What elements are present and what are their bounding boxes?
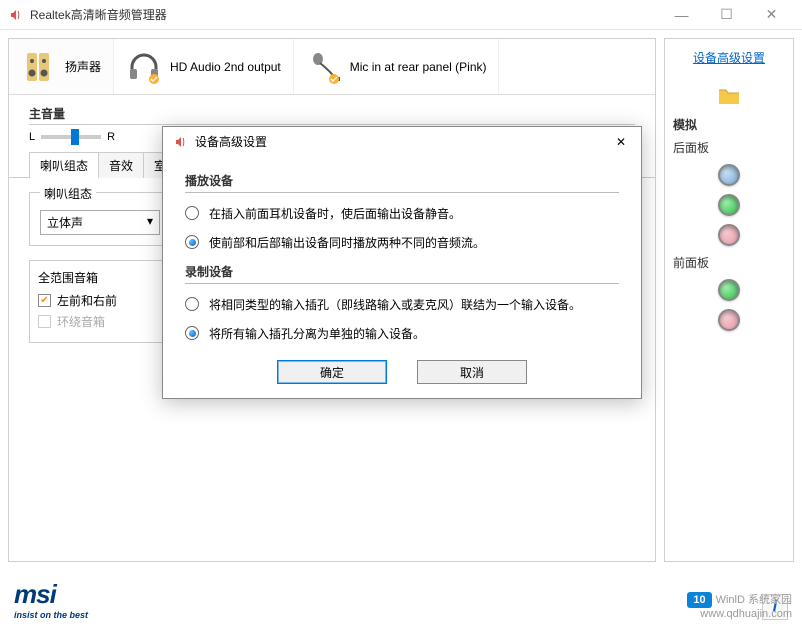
subtab-effect[interactable]: 音效 — [98, 152, 144, 178]
jack-rear-green[interactable] — [718, 194, 740, 216]
tab-micin-label: Mic in at rear panel (Pink) — [350, 60, 487, 74]
minimize-button[interactable]: — — [659, 0, 704, 30]
maximize-button[interactable]: ☐ — [704, 0, 749, 30]
front-panel-label: 前面板 — [673, 254, 785, 271]
checkbox-surround — [38, 315, 51, 328]
advanced-settings-link[interactable]: 设备高级设置 — [673, 49, 785, 66]
speaker-icon — [21, 49, 57, 85]
msi-tagline: insist on the best — [14, 610, 88, 620]
vol-r-label: R — [107, 131, 115, 143]
watermark-text2: www.qdhuajin.com — [687, 608, 792, 620]
speaker-config-title: 喇叭组态 — [40, 185, 96, 202]
record-section-title: 录制设备 — [185, 263, 619, 284]
checkbox-front-lr[interactable]: ✔ — [38, 294, 51, 307]
checkbox-surround-label: 环绕音箱 — [57, 313, 105, 330]
balance-slider[interactable] — [41, 135, 101, 139]
radio-play-mute-rear-label: 在插入前面耳机设备时，使后面输出设备静音。 — [209, 205, 461, 222]
rear-panel-label: 后面板 — [673, 139, 785, 156]
speaker-config-value: 立体声 — [47, 214, 83, 231]
watermark: 10 WinlD 系统家园 www.qdhuajin.com — [687, 591, 792, 620]
radio-rec-separate-label: 将所有输入插孔分离为单独的输入设备。 — [209, 325, 425, 342]
radio-play-dual-stream[interactable] — [185, 235, 199, 249]
vol-l-label: L — [29, 131, 35, 143]
watermark-text1: WinlD 系统家园 — [716, 594, 792, 606]
mic-icon — [306, 49, 342, 85]
msi-logo: msi — [14, 579, 88, 610]
app-icon — [8, 7, 24, 23]
checkbox-front-lr-label: 左前和右前 — [57, 292, 117, 309]
window-titlebar: Realtek高清晰音频管理器 — ☐ ✕ — [0, 0, 802, 30]
jack-rear-blue[interactable] — [718, 164, 740, 186]
full-range-group: 全范围音箱 ✔ 左前和右前 环绕音箱 — [29, 260, 179, 343]
radio-rec-combine-label: 将相同类型的输入插孔（即线路输入或麦克风）联结为一个输入设备。 — [209, 296, 581, 313]
dialog-icon — [173, 134, 189, 150]
brand-area: msi insist on the best — [14, 579, 88, 620]
radio-play-dual-stream-label: 使前部和后部输出设备同时播放两种不同的音频流。 — [209, 234, 485, 251]
close-button[interactable]: ✕ — [749, 0, 794, 30]
dialog-close-button[interactable]: ✕ — [611, 135, 631, 149]
tab-micin[interactable]: Mic in at rear panel (Pink) — [294, 39, 500, 94]
device-tabs: 扬声器 HD Audio 2nd output Mic in at rear p… — [9, 39, 655, 95]
chevron-down-icon: ▾ — [147, 214, 153, 231]
speaker-config-select[interactable]: 立体声 ▾ — [40, 210, 160, 235]
tab-speaker-label: 扬声器 — [65, 58, 101, 75]
tab-speaker[interactable]: 扬声器 — [9, 39, 114, 94]
side-panel: 设备高级设置 模拟 后面板 前面板 — [664, 38, 794, 562]
radio-play-mute-rear[interactable] — [185, 206, 199, 220]
playback-section-title: 播放设备 — [185, 172, 619, 193]
window-title: Realtek高清晰音频管理器 — [30, 6, 659, 23]
watermark-badge: 10 — [687, 592, 711, 608]
jack-front-pink[interactable] — [718, 309, 740, 331]
jack-front-green[interactable] — [718, 279, 740, 301]
ok-button[interactable]: 确定 — [277, 360, 387, 384]
cancel-button[interactable]: 取消 — [417, 360, 527, 384]
subtab-config[interactable]: 喇叭组态 — [29, 152, 99, 178]
tab-hdaudio[interactable]: HD Audio 2nd output — [114, 39, 294, 94]
folder-icon[interactable] — [717, 86, 741, 106]
headphone-icon — [126, 49, 162, 85]
main-volume-label: 主音量 — [29, 105, 635, 125]
jack-rear-pink[interactable] — [718, 224, 740, 246]
dialog-title: 设备高级设置 — [195, 133, 267, 150]
full-range-title: 全范围音箱 — [38, 269, 170, 286]
radio-rec-combine[interactable] — [185, 297, 199, 311]
analog-label: 模拟 — [673, 116, 785, 133]
radio-rec-separate[interactable] — [185, 326, 199, 340]
tab-hdaudio-label: HD Audio 2nd output — [170, 60, 281, 74]
advanced-settings-dialog: 设备高级设置 ✕ 播放设备 在插入前面耳机设备时，使后面输出设备静音。 使前部和… — [162, 126, 642, 399]
